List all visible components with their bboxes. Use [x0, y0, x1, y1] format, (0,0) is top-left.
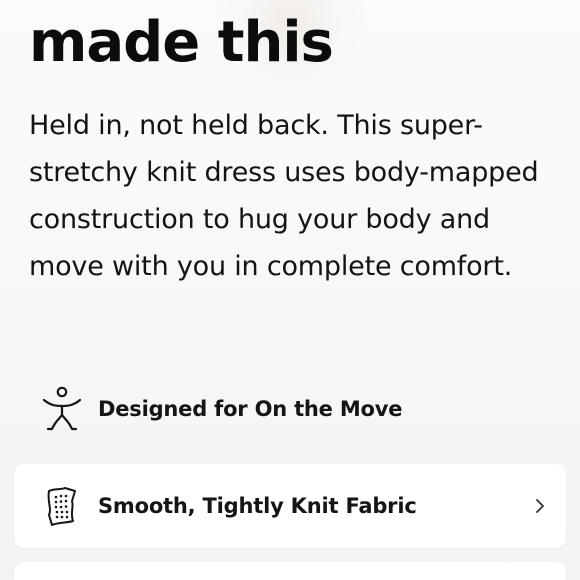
headline: made this — [29, 10, 334, 75]
person-moving-icon — [40, 385, 84, 433]
fabric-feature-card[interactable]: Smooth, Tightly Knit Fabric — [14, 464, 566, 548]
feature-label: Designed for On the Move — [98, 397, 403, 421]
fabric-swatch-icon — [44, 484, 80, 528]
chevron-right-icon — [530, 494, 550, 518]
fabric-feature-label: Smooth, Tightly Knit Fabric — [98, 494, 417, 518]
feature-on-the-move: Designed for On the Move — [40, 382, 402, 436]
next-feature-card[interactable] — [14, 562, 566, 580]
product-description: Held in, not held back. This super-stret… — [29, 110, 539, 282]
product-details-screen: made this Held in, not held back. This s… — [0, 0, 580, 580]
